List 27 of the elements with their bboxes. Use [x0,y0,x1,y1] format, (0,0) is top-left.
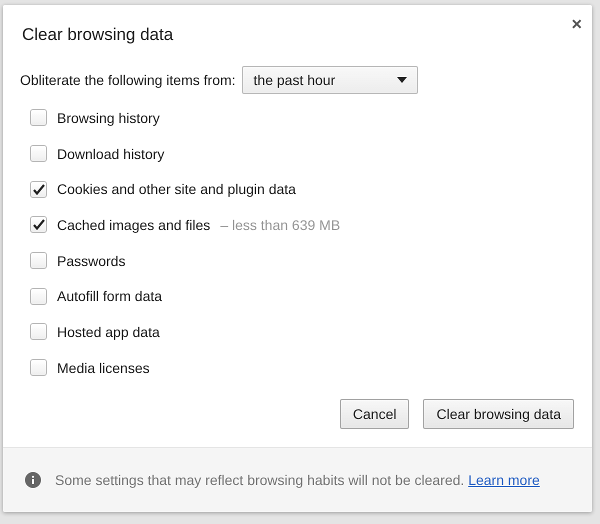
checkbox-label: Autofill form data [57,288,162,304]
footer-note: Some settings that may reflect browsing habits will not be cleared. Learn more [55,472,540,488]
clear-button[interactable]: Clear browsing data [423,399,574,429]
checkbox[interactable] [30,216,47,234]
checkbox[interactable] [30,359,47,376]
checkbox[interactable] [30,323,47,340]
dialog-title: Clear browsing data [22,25,174,46]
period-label: Obliterate the following items from: [20,72,236,88]
checkbox-label: Cookies and other site and plugin data [57,181,296,198]
size-note: – less than 639 MB [220,216,340,233]
learn-more-link[interactable]: Learn more [468,472,540,488]
close-button[interactable]: × [567,13,586,35]
checkbox[interactable] [30,145,47,162]
period-dropdown[interactable]: the past hour [242,66,418,94]
info-icon [25,472,41,488]
checkbox-label: Media licenses [57,360,150,376]
cancel-button[interactable]: Cancel [340,399,410,429]
checkbox[interactable] [30,288,47,305]
checkbox[interactable] [30,252,47,270]
checkbox-label: Hosted app data [57,324,160,340]
checkbox[interactable] [30,109,47,126]
checkbox-label: Passwords [57,252,126,269]
caret-icon [396,77,407,83]
checkbox-label: Browsing history [57,110,160,126]
checkbox-label: Download history [57,146,164,162]
checkbox-label: Cached images and files [57,216,210,233]
checkbox[interactable] [30,180,47,198]
